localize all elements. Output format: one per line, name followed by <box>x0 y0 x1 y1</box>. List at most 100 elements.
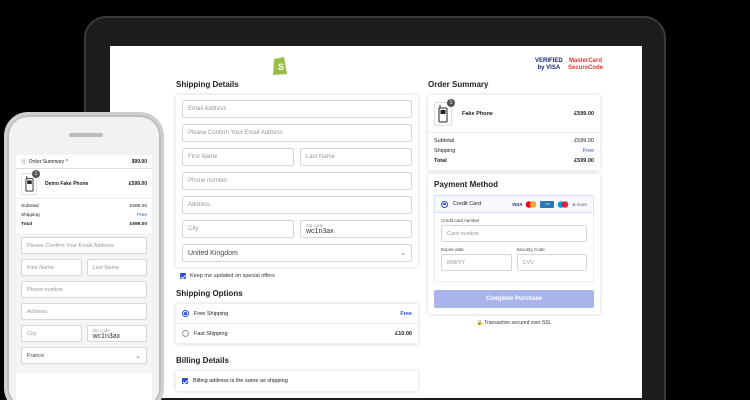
chevron-down-icon: ⌄ <box>400 250 406 257</box>
mobile-last-name-field[interactable]: Last Name <box>86 259 147 276</box>
ssl-text: Transaction secured over SSL <box>484 320 552 326</box>
shipping-row: Shipping Free <box>428 146 600 156</box>
product-price: £599.00 <box>574 110 594 117</box>
radio-icon[interactable] <box>441 200 448 208</box>
mastercard-securecode-badge: MasterCard SecureCode <box>568 58 603 72</box>
billing-same-row[interactable]: Billing address is the same as shipping <box>176 371 418 391</box>
card-form: Credit card number Card number Expire da… <box>434 213 594 282</box>
expiry-label: Expire date <box>441 247 464 252</box>
chevron-down-icon: ⌄ <box>135 352 141 360</box>
phone-frame: 🛒 Order Summary ^ $99.00 1 Demo Fake Pho… <box>4 112 164 400</box>
mobile-product-thumbnail: 1 <box>21 169 40 195</box>
card-brands: VISA ▭ & more <box>511 200 587 208</box>
billing-card: Billing address is the same as shipping <box>176 371 418 391</box>
shipping-column: Shipping Details Email Address Please Co… <box>176 80 418 391</box>
updates-checkbox[interactable] <box>180 273 186 279</box>
total-value: £599.00 <box>574 158 594 164</box>
shipping-details-title: Shipping Details <box>176 80 239 89</box>
billing-same-checkbox[interactable] <box>182 378 188 384</box>
shipping-option-fast[interactable]: Fast Shipping £10.00 <box>176 324 418 344</box>
zip-field[interactable]: Zip code wc1n3ax <box>300 220 412 238</box>
shopify-logo-icon: S <box>273 57 287 75</box>
chevron-up-icon: ^ <box>65 158 68 165</box>
mobile-product-name: Demo Fake Phone <box>45 180 89 187</box>
product-name: Fake Phone <box>462 110 493 117</box>
mobile-product-price: £599.00 <box>128 180 147 187</box>
mastercard-icon <box>526 200 537 208</box>
checkout-page: S VERIFIED by VISA MasterCard SecureCode… <box>110 46 642 398</box>
subtotal-row: Subtotal £599.00 <box>428 136 600 146</box>
verified-by-visa-badge: VERIFIED by VISA <box>535 58 563 72</box>
cart-icon: 🛒 <box>21 158 28 165</box>
total-label: Total <box>434 158 447 164</box>
more-brands-label: & more <box>572 201 587 207</box>
quantity-badge: 1 <box>447 98 455 107</box>
shipping-value: Free <box>137 213 147 218</box>
country-value: United Kingdom <box>188 249 238 257</box>
maestro-icon <box>558 200 569 208</box>
product-row: 1 Fake Phone £599.00 <box>428 95 600 133</box>
zip-value: wc1n3ax <box>92 332 121 340</box>
payment-method-title: Payment Method <box>434 180 499 189</box>
email-field[interactable]: Email Address <box>182 100 412 118</box>
mobile-shipping-row: Shipping Free <box>16 211 152 220</box>
mobile-total-row: Total £599.00 <box>16 220 152 229</box>
confirm-email-field[interactable]: Please Confirm Your Email Address <box>182 124 412 142</box>
card-number-field[interactable]: Card number <box>441 225 587 242</box>
total-row: Total £599.00 <box>428 156 600 166</box>
option-price: Free <box>400 310 412 317</box>
billing-same-label: Billing address is the same as shipping <box>193 378 288 384</box>
visa-badge-top: VERIFIED <box>535 58 563 64</box>
updates-checkbox-row[interactable]: Keep me updated on special offers <box>180 273 418 279</box>
shipping-option-free[interactable]: Free Shipping Free <box>176 304 418 324</box>
subtotal-value: £599.00 <box>129 204 147 209</box>
shipping-label: Shipping <box>434 148 456 154</box>
product-thumbnail: 1 <box>434 98 455 126</box>
first-name-field[interactable]: First Name <box>182 148 294 166</box>
complete-purchase-button[interactable]: Complete Purchase <box>434 290 594 308</box>
radio-icon[interactable] <box>182 310 189 317</box>
mobile-city-field[interactable]: City <box>21 325 82 342</box>
mobile-zip-field[interactable]: Zip code wc1n3ax <box>86 325 147 342</box>
cvv-field[interactable]: CVV <box>516 254 587 271</box>
mobile-subtotal-row: Subtotal £599.00 <box>16 202 152 211</box>
last-name-field[interactable]: Last Name <box>300 148 412 166</box>
cvv-label: Security Code <box>516 247 545 252</box>
mobile-first-name-field[interactable]: First Name <box>21 259 82 276</box>
expiry-field[interactable]: MM/YY <box>441 254 512 271</box>
mc-badge-top: MasterCard <box>569 58 603 64</box>
city-field[interactable]: City <box>182 220 294 238</box>
credit-card-label: Credit Card <box>453 201 482 207</box>
radio-icon[interactable] <box>182 330 189 337</box>
order-summary-card: 1 Fake Phone £599.00 Subtotal £599.00 Shi… <box>428 95 600 170</box>
zip-value: wc1n3ax <box>306 228 334 235</box>
shipping-value: Free <box>582 148 594 154</box>
mobile-summary-toggle[interactable]: 🛒 Order Summary ^ $99.00 <box>16 155 152 169</box>
total-value: £599.00 <box>129 222 147 227</box>
country-select[interactable]: United Kingdom ⌄ <box>182 244 412 262</box>
laptop-frame: S VERIFIED by VISA MasterCard SecureCode… <box>84 16 666 400</box>
phone-speaker <box>69 133 103 137</box>
option-label: Free Shipping <box>194 310 229 317</box>
mobile-address-field[interactable]: Address <box>21 303 147 320</box>
mobile-phone-field[interactable]: Phone number <box>21 281 147 298</box>
payment-card: Payment Method Credit Card VISA ▭ & more <box>428 174 600 314</box>
mc-badge-bottom: SecureCode <box>568 65 604 71</box>
mobile-confirm-email-field[interactable]: Please Confirm Your Email Address <box>21 237 147 254</box>
shipping-form: Email Address Please Confirm Your Email … <box>176 95 418 267</box>
mobile-shipping-form: Please Confirm Your Email Address First … <box>16 233 152 373</box>
credit-card-option[interactable]: Credit Card VISA ▭ & more <box>434 195 594 213</box>
phone-field[interactable]: Phone number <box>182 172 412 190</box>
subtotal-value: £599.00 <box>574 138 594 144</box>
option-price: £10.00 <box>395 330 412 337</box>
billing-details-title: Billing Details <box>176 356 229 365</box>
mobile-country-select[interactable]: France ⌄ <box>21 347 147 364</box>
total-label: Total <box>21 222 33 227</box>
subtotal-label: Subtotal <box>21 204 39 209</box>
card-number-label: Credit card number <box>441 218 480 223</box>
subtotal-label: Subtotal <box>434 138 455 144</box>
visa-badge-bottom: by VISA <box>537 65 561 71</box>
address-field[interactable]: Address <box>182 196 412 214</box>
amex-icon: ▭ <box>540 200 555 208</box>
visa-icon: VISA <box>511 201 523 207</box>
